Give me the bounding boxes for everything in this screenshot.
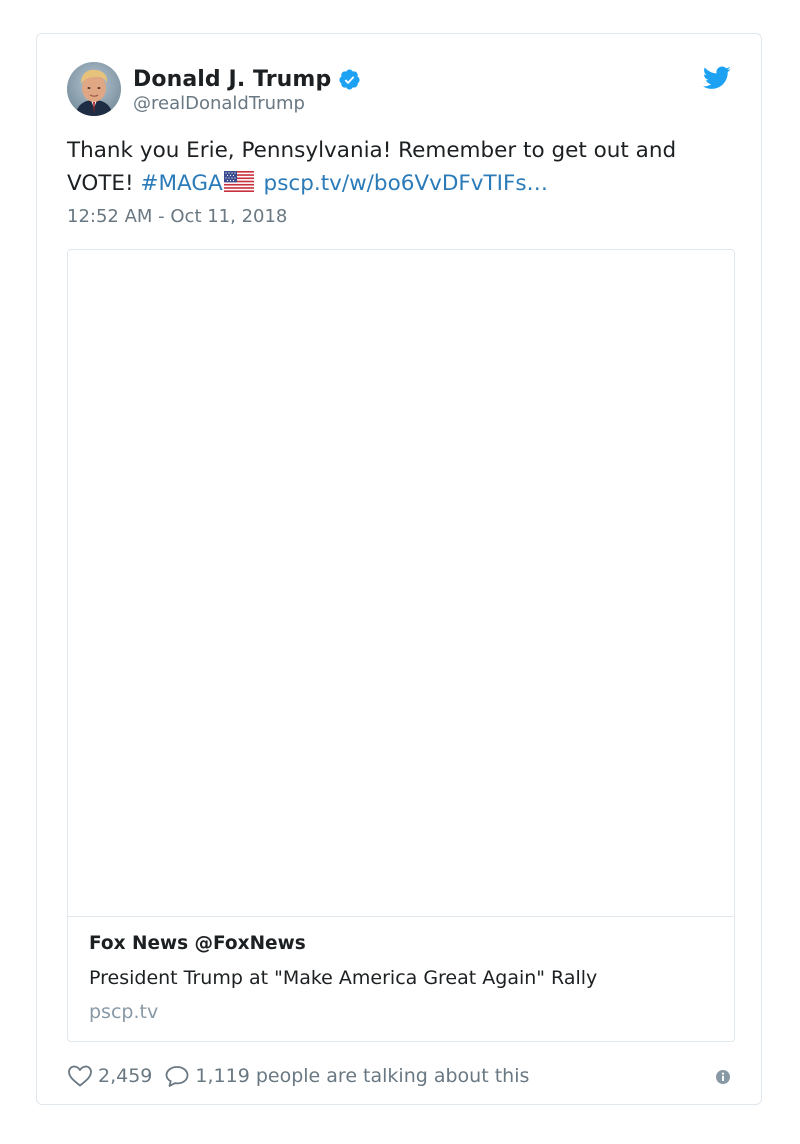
us-flag-icon xyxy=(223,169,254,192)
periscope-link[interactable]: pscp.tv/w/bo6VvDFvTIFs… xyxy=(264,171,548,196)
link-card[interactable]: Fox News @FoxNews President Trump at "Ma… xyxy=(67,249,735,1042)
card-title: President Trump at "Make America Great A… xyxy=(89,967,598,989)
tweet-footer: 2,459 1,119 people are talking about thi… xyxy=(67,1061,731,1091)
author-block[interactable]: Donald J. Trump @realDonaldTrump xyxy=(133,65,361,114)
author-screen-name[interactable]: @realDonaldTrump xyxy=(133,93,361,114)
comment-icon xyxy=(164,1064,190,1088)
tweet-header: Donald J. Trump @realDonaldTrump xyxy=(67,62,731,118)
tweet-card: Donald J. Trump @realDonaldTrump Thank y… xyxy=(36,33,762,1105)
talking-count-text[interactable]: 1,119 people are talking about this xyxy=(195,1065,529,1087)
twitter-bird-icon[interactable] xyxy=(702,66,731,90)
like-count[interactable]: 2,459 xyxy=(98,1065,152,1087)
avatar[interactable] xyxy=(67,62,121,116)
info-icon[interactable] xyxy=(715,1068,731,1084)
card-info: Fox News @FoxNews President Trump at "Ma… xyxy=(89,933,713,1023)
card-author: Fox News @FoxNews xyxy=(89,933,306,954)
tweet-text: Thank you Erie, Pennsylvania! Remember t… xyxy=(67,134,747,200)
tweet-timestamp[interactable]: 12:52 AM - Oct 11, 2018 xyxy=(67,206,287,227)
card-domain: pscp.tv xyxy=(89,1001,159,1023)
card-media[interactable] xyxy=(68,250,734,917)
hashtag-link[interactable]: #MAGA xyxy=(140,171,222,196)
verified-badge-icon xyxy=(338,68,361,91)
author-display-name[interactable]: Donald J. Trump xyxy=(133,67,331,92)
heart-icon[interactable] xyxy=(67,1064,93,1088)
talking-link[interactable]: 1,119 people are talking about this xyxy=(164,1064,529,1088)
